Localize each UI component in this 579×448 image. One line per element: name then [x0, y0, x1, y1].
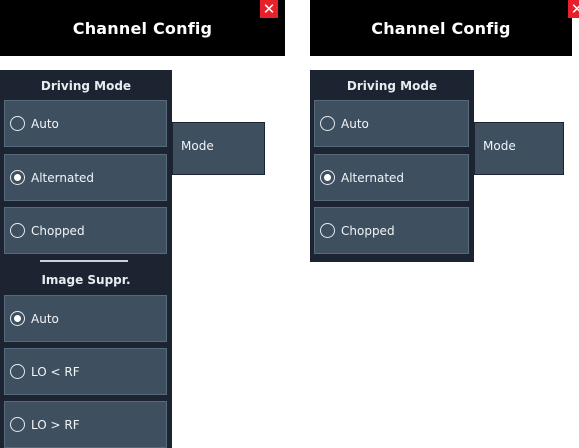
radio-icon	[10, 116, 25, 131]
image-suppr-header: Image Suppr.	[41, 273, 131, 287]
option-label: Auto	[31, 116, 59, 131]
option-label: Auto	[31, 311, 59, 326]
option-label: Alternated	[341, 170, 405, 185]
mode-tab[interactable]: Mode	[474, 122, 564, 175]
panel-title: Channel Config	[371, 18, 511, 38]
option-label: LO < RF	[31, 364, 80, 379]
option-label: Auto	[341, 116, 369, 131]
radio-icon	[320, 223, 335, 238]
option-label: LO > RF	[31, 417, 80, 432]
radio-selected-icon	[10, 311, 25, 326]
options-column: Driving Mode Auto Alternated Chopped Ima…	[0, 70, 172, 448]
panel-titlebar: Channel Config	[310, 0, 572, 56]
mode-tab[interactable]: Mode	[172, 122, 265, 175]
panel-title: Channel Config	[72, 18, 213, 38]
image-suppr-option-auto[interactable]: Auto	[4, 295, 167, 342]
driving-mode-option-auto[interactable]: Auto	[314, 100, 469, 147]
driving-mode-option-auto[interactable]: Auto	[4, 100, 167, 147]
radio-icon	[10, 417, 25, 432]
channel-config-panel-left: Channel Config ✕ Driving Mode Auto Alter…	[0, 0, 290, 448]
channel-config-panel-right: Channel Config ✕ Driving Mode Auto Alter…	[310, 0, 579, 270]
driving-mode-header: Driving Mode	[346, 79, 438, 93]
driving-mode-option-chopped[interactable]: Chopped	[314, 207, 469, 254]
panel-titlebar: Channel Config	[0, 0, 285, 56]
driving-mode-option-chopped[interactable]: Chopped	[4, 207, 167, 254]
driving-mode-option-alternated[interactable]: Alternated	[314, 154, 469, 201]
image-suppr-option-lo-gt-rf[interactable]: LO > RF	[4, 401, 167, 448]
radio-icon	[10, 223, 25, 238]
option-label: Chopped	[31, 223, 85, 238]
image-suppr-option-lo-lt-rf[interactable]: LO < RF	[4, 348, 167, 395]
mode-label: Mode	[181, 139, 214, 153]
mode-label: Mode	[483, 139, 516, 153]
radio-icon	[10, 364, 25, 379]
option-label: Chopped	[341, 223, 395, 238]
radio-icon	[320, 116, 335, 131]
driving-mode-option-alternated[interactable]: Alternated	[4, 154, 167, 201]
radio-selected-icon	[10, 170, 25, 185]
options-column: Driving Mode Auto Alternated Chopped	[310, 70, 474, 262]
section-divider	[40, 260, 128, 262]
close-icon[interactable]: ✕	[568, 0, 579, 18]
radio-selected-icon	[320, 170, 335, 185]
close-icon[interactable]: ✕	[260, 0, 278, 18]
option-label: Alternated	[31, 170, 95, 185]
driving-mode-header: Driving Mode	[40, 79, 132, 93]
